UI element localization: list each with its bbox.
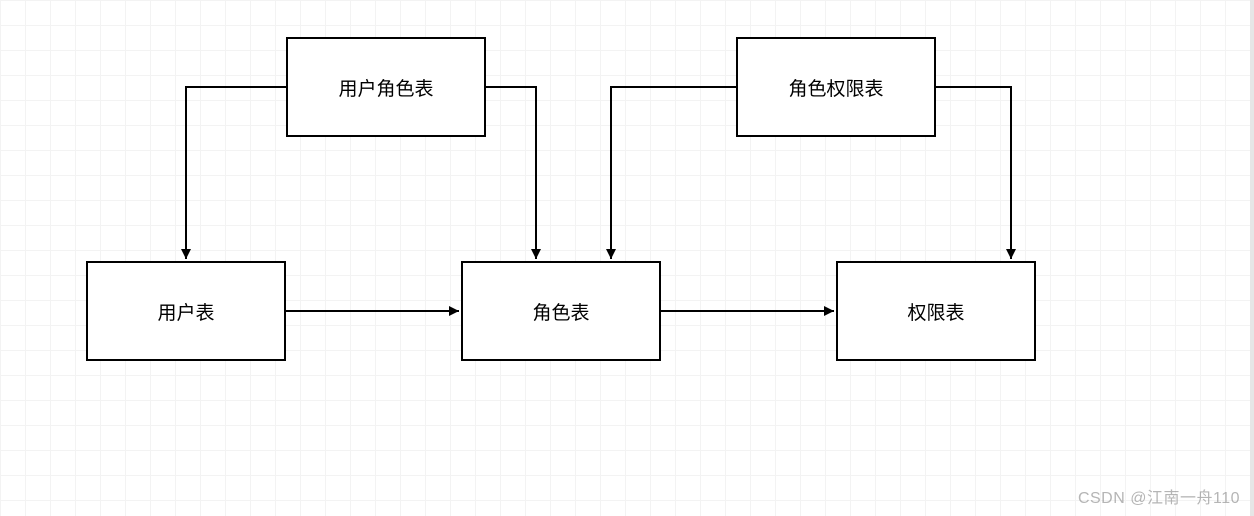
diagram-arrows <box>0 0 1254 516</box>
node-label: 角色权限表 <box>788 74 883 101</box>
node-role-permission-table[interactable]: 角色权限表 <box>736 37 936 137</box>
edge-user-role-to-role <box>486 87 536 259</box>
edge-role-perm-to-role <box>611 87 736 259</box>
node-role-table[interactable]: 角色表 <box>461 261 661 361</box>
node-label: 权限表 <box>907 298 964 325</box>
edge-role-perm-to-permission <box>936 87 1011 259</box>
watermark-text: CSDN @江南一舟110 <box>1078 490 1240 507</box>
watermark: CSDN @江南一舟110 <box>1078 484 1240 508</box>
node-permission-table[interactable]: 权限表 <box>836 261 1036 361</box>
node-label: 角色表 <box>532 298 589 325</box>
node-label: 用户角色表 <box>338 74 433 101</box>
edge-user-role-to-user <box>186 87 286 259</box>
node-label: 用户表 <box>157 298 214 325</box>
node-user-table[interactable]: 用户表 <box>86 261 286 361</box>
diagram-canvas: 用户角色表 角色权限表 用户表 角色表 权限表 <box>0 0 1254 516</box>
node-user-role-table[interactable]: 用户角色表 <box>286 37 486 137</box>
